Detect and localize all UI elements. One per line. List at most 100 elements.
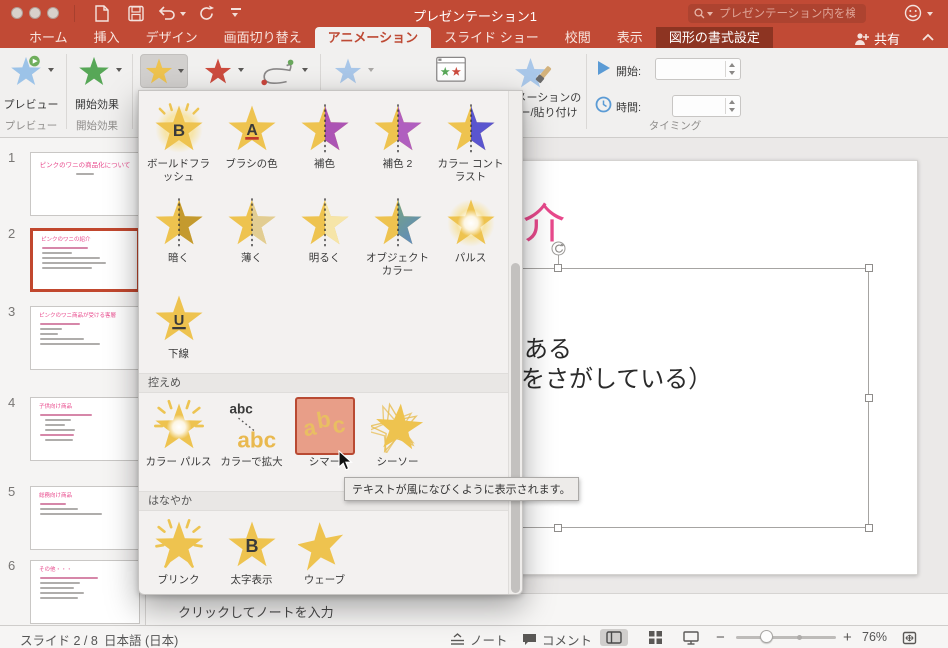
- animation-painter-icon[interactable]: [512, 55, 552, 89]
- slide-number: 1: [8, 150, 16, 165]
- slide-thumbnail-2-selected[interactable]: ピンクのワニの紹介: [30, 228, 140, 292]
- effect-complementary-color[interactable]: 補色: [288, 99, 361, 184]
- search-box[interactable]: [688, 4, 866, 23]
- slide-thumbnail-1[interactable]: ピンクのワニの商品化について: [30, 152, 140, 216]
- handle-bottom-center[interactable]: [554, 524, 562, 532]
- collapse-ribbon-icon[interactable]: [922, 33, 934, 42]
- save-icon[interactable]: [128, 5, 144, 22]
- tab-insert[interactable]: 挿入: [81, 27, 133, 48]
- entrance-star-icon: [79, 56, 109, 86]
- undo-icon[interactable]: [158, 6, 176, 21]
- svg-text:B: B: [172, 121, 184, 140]
- slide-thumbnail-3[interactable]: ピンクのワニ商品が受ける客層: [30, 306, 140, 370]
- comments-toggle-button[interactable]: コメント: [522, 630, 592, 648]
- effect-options-dropdown-arrow-icon[interactable]: [368, 68, 374, 72]
- tab-slideshow[interactable]: スライド ショー: [431, 27, 552, 48]
- notes-toggle-button[interactable]: ノート: [450, 630, 508, 648]
- effect-color-contrast[interactable]: カラー コントラスト: [434, 99, 507, 184]
- exit-effect-button[interactable]: [202, 56, 234, 91]
- dropdown-scrollbar-track[interactable]: [508, 91, 522, 594]
- zoom-window-button[interactable]: [47, 7, 59, 19]
- customize-toolbar-arrow-icon[interactable]: [232, 13, 238, 17]
- smiley-dropdown-arrow-icon[interactable]: [927, 12, 933, 16]
- handle-bottom-right[interactable]: [865, 524, 873, 532]
- effect-grow-with-color[interactable]: abc abc カラーで拡大: [215, 397, 288, 469]
- dropdown-scrollbar-thumb[interactable]: [511, 263, 520, 593]
- effect-object-color[interactable]: オブジェクト カラー: [361, 193, 434, 278]
- notes-pane[interactable]: クリックしてノートを入力: [146, 593, 948, 625]
- presenter-view-button[interactable]: [678, 629, 704, 646]
- effect-bold-flash[interactable]: B ボールドフラッシュ: [142, 99, 215, 184]
- handle-top-right[interactable]: [865, 264, 873, 272]
- effect-options-button[interactable]: [332, 56, 364, 91]
- tab-shape-format[interactable]: 図形の書式設定: [655, 27, 773, 48]
- tab-design[interactable]: デザイン: [133, 27, 211, 48]
- feedback-smiley-icon[interactable]: [904, 4, 922, 22]
- new-document-icon[interactable]: [94, 5, 110, 22]
- object-color-star-icon: [373, 198, 422, 247]
- tab-transitions[interactable]: 画面切り替え: [211, 27, 315, 48]
- zoom-in-button[interactable]: +: [843, 629, 852, 646]
- fit-slide-to-window-icon[interactable]: [902, 631, 917, 645]
- close-window-button[interactable]: [11, 7, 23, 19]
- motion-path-icon[interactable]: [256, 56, 298, 88]
- effect-complementary-color-2[interactable]: 補色 2: [361, 99, 434, 184]
- effect-lighten[interactable]: 薄く: [215, 193, 288, 278]
- normal-view-button[interactable]: [600, 629, 628, 646]
- share-button[interactable]: 共有: [854, 29, 900, 48]
- effect-blink[interactable]: ブリンク: [142, 515, 215, 587]
- animation-pane-icon[interactable]: [432, 54, 470, 86]
- emphasis-effect-button[interactable]: [140, 54, 188, 88]
- effect-brighten[interactable]: 明るく: [288, 193, 361, 278]
- undo-dropdown-arrow-icon[interactable]: [180, 12, 186, 16]
- slide-sorter-icon: [648, 631, 662, 644]
- slide-sorter-view-button[interactable]: [642, 629, 668, 646]
- notes-icon: [451, 633, 464, 645]
- zoom-out-button[interactable]: −: [716, 629, 725, 646]
- slide-thumbnail-4[interactable]: 子供向け商品: [30, 397, 140, 461]
- svg-text:B: B: [245, 536, 258, 556]
- emphasis-dropdown-arrow-icon: [178, 69, 184, 73]
- search-scope-arrow-icon[interactable]: [707, 11, 713, 16]
- effect-brush-color[interactable]: A ブラシの色: [215, 99, 288, 184]
- zoom-level[interactable]: 76%: [862, 630, 887, 644]
- search-input[interactable]: [717, 6, 857, 21]
- color-pulse-star-icon: [153, 399, 204, 449]
- slide-thumbnail-6[interactable]: その他・・・: [30, 560, 140, 624]
- language-indicator[interactable]: 日本語 (日本): [104, 630, 178, 648]
- preview-dropdown-arrow-icon[interactable]: [48, 68, 54, 72]
- effect-seesaw[interactable]: シーソー: [361, 397, 434, 469]
- duration-label: 時間:: [616, 102, 642, 114]
- handle-middle-right[interactable]: [865, 394, 873, 402]
- tab-animations[interactable]: アニメーション: [314, 27, 432, 48]
- tab-home[interactable]: ホーム: [16, 27, 81, 48]
- effect-bold-reveal[interactable]: B 太字表示: [215, 515, 288, 587]
- redo-icon[interactable]: [198, 5, 215, 22]
- customize-toolbar-icon[interactable]: [231, 8, 241, 10]
- preview-button-label: プレビュー: [3, 99, 59, 111]
- rotation-handle-icon[interactable]: [551, 241, 566, 256]
- start-select[interactable]: [655, 58, 741, 80]
- effect-underline[interactable]: U 下線: [142, 289, 215, 361]
- ribbon-tab-bar: ホーム 挿入 デザイン 画面切り替え アニメーション スライド ショー 校閲 表…: [0, 27, 948, 48]
- duration-input[interactable]: [672, 95, 741, 117]
- entrance-dropdown-arrow-icon[interactable]: [116, 68, 122, 72]
- preview-button[interactable]: [8, 54, 44, 93]
- exit-dropdown-arrow-icon[interactable]: [238, 68, 244, 72]
- minimize-window-button[interactable]: [29, 7, 41, 19]
- motion-path-dropdown-arrow-icon[interactable]: [302, 68, 308, 72]
- tab-view[interactable]: 表示: [604, 27, 656, 48]
- entrance-effect-button[interactable]: [76, 54, 112, 93]
- slide-thumbnail-5[interactable]: 総務向け商品: [30, 486, 140, 550]
- effect-pulse[interactable]: パルス: [434, 193, 507, 278]
- zoom-slider-thumb[interactable]: [760, 630, 773, 643]
- tab-review[interactable]: 校閲: [552, 27, 604, 48]
- duration-stepper[interactable]: [725, 98, 738, 114]
- bold-reveal-star-icon: B: [227, 521, 276, 567]
- effect-wave[interactable]: ウェーブ: [288, 515, 361, 587]
- effect-color-pulse[interactable]: カラー パルス: [142, 397, 215, 469]
- effect-darken[interactable]: 暗く: [142, 193, 215, 278]
- start-stepper[interactable]: [725, 61, 738, 77]
- zoom-slider-track[interactable]: [736, 636, 836, 639]
- handle-top-center[interactable]: [554, 264, 562, 272]
